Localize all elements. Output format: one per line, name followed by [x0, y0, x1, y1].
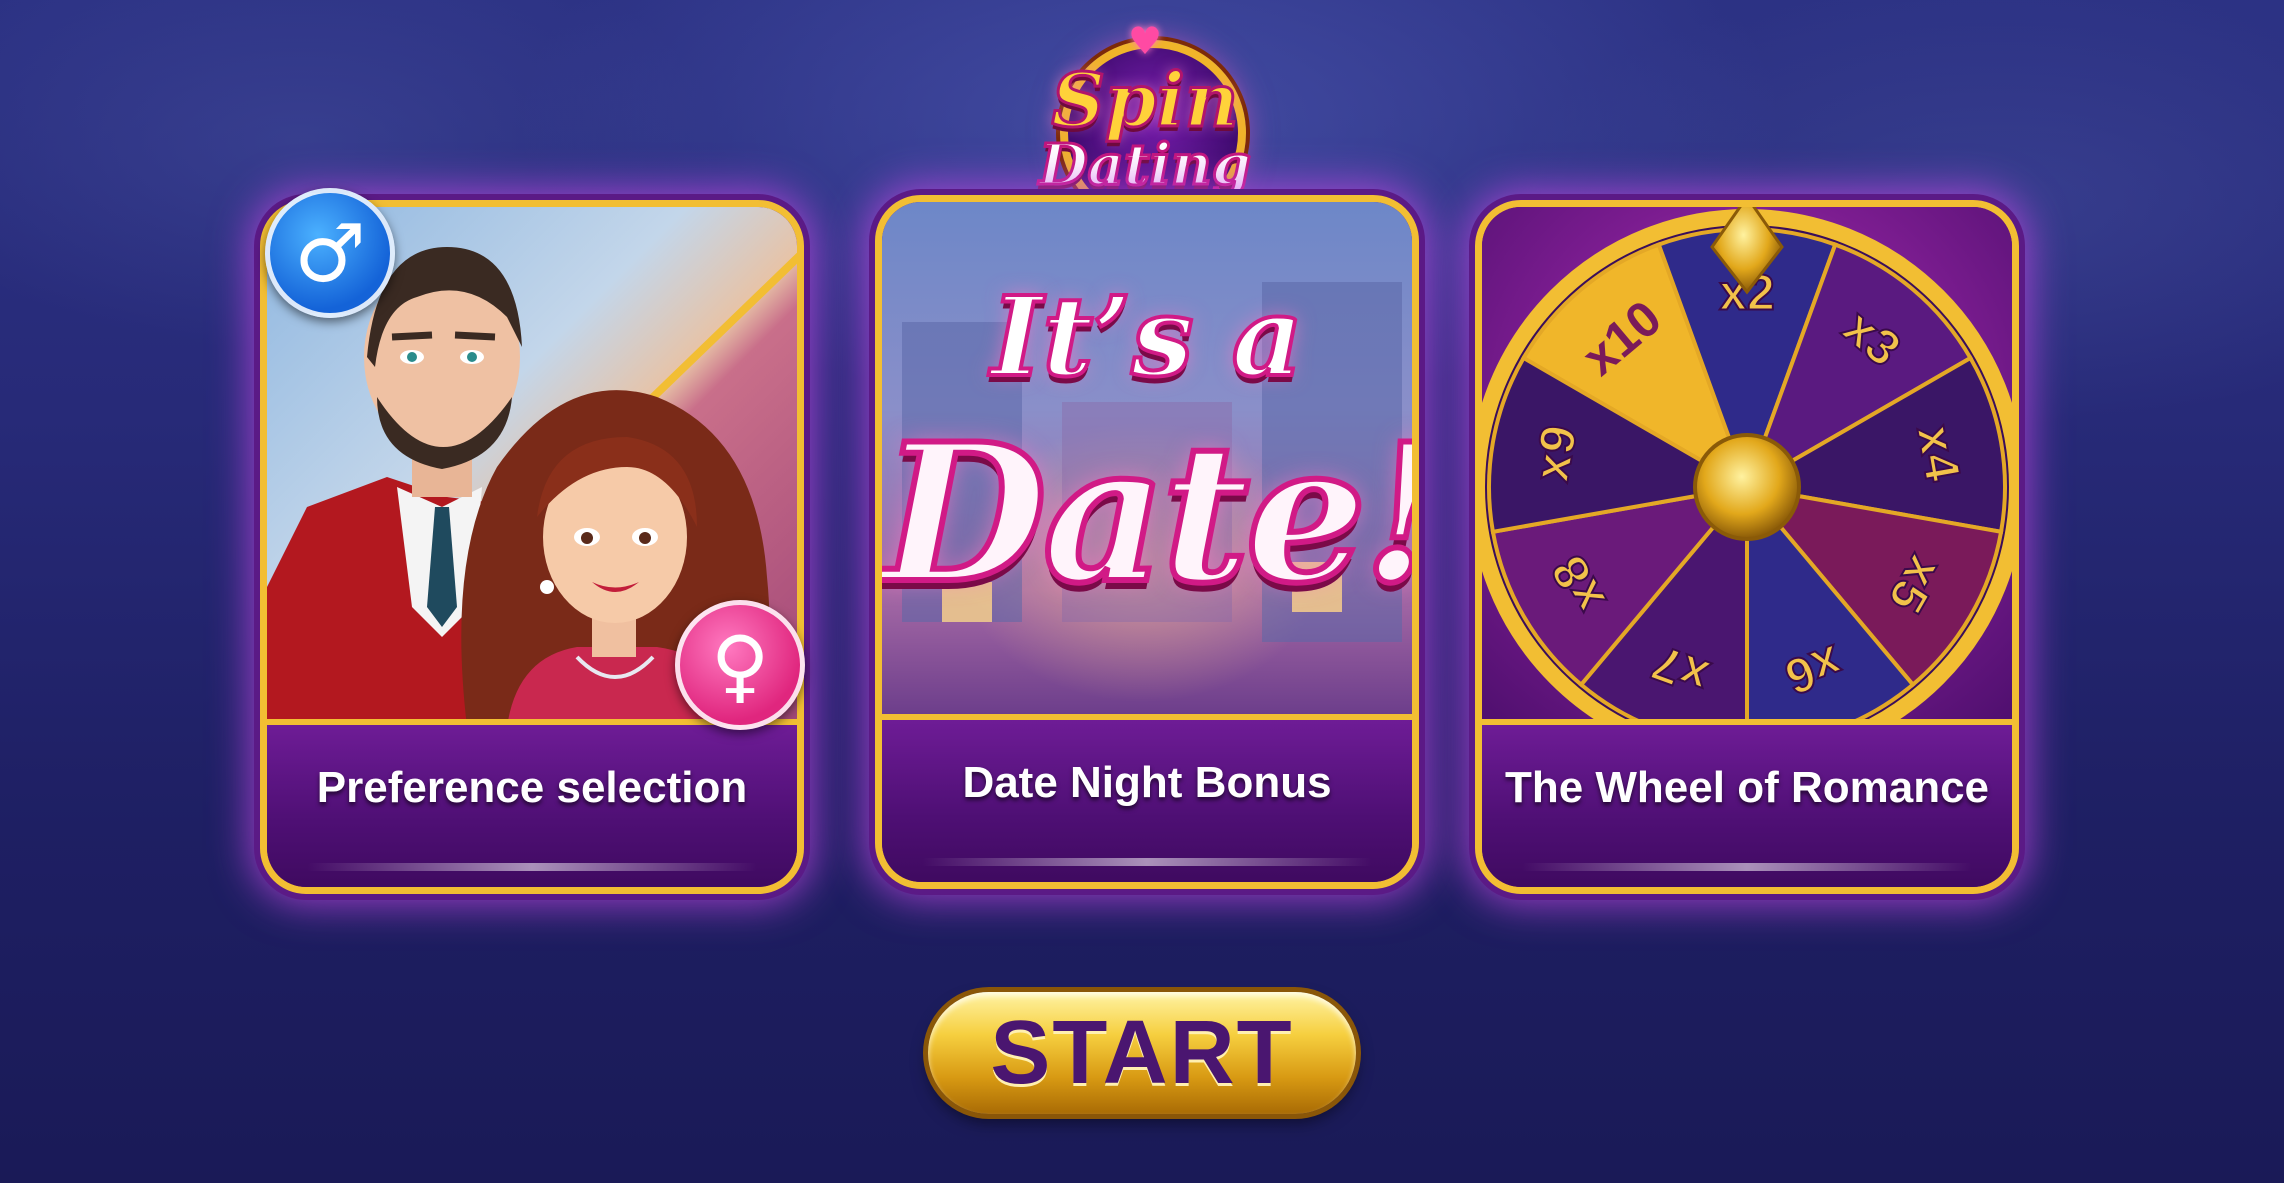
feature-card-wheel-of-romance[interactable]: x10x2x3x4x5x6x7x8x9 The Wheel of Romance: [1475, 200, 2019, 894]
card-title: Preference selection: [316, 763, 748, 812]
game-start-screen: ♥ Spin Dating ♂ ♀ Preference selection I…: [0, 0, 2284, 1183]
romance-wheel: x10x2x3x4x5x6x7x8x9: [1482, 207, 2012, 725]
card-label-bar: Preference selection: [267, 719, 797, 887]
start-button-label: START: [990, 1002, 1294, 1103]
date-headline: Date!: [882, 399, 1412, 628]
start-button[interactable]: START: [928, 992, 1356, 1114]
male-icon[interactable]: ♂: [265, 188, 395, 318]
card-label-bar: The Wheel of Romance: [1482, 719, 2012, 887]
card-label-bar: Date Night Bonus: [882, 714, 1412, 882]
wheel-segment-label: x4: [1906, 421, 1971, 486]
card-title: Date Night Bonus: [962, 758, 1332, 807]
wheel-illustration: x10x2x3x4x5x6x7x8x9: [1482, 207, 2012, 725]
wheel-segment-label: x9: [1523, 421, 1588, 486]
female-icon[interactable]: ♀: [675, 600, 805, 730]
card-title: The Wheel of Romance: [1504, 763, 1990, 812]
date-night-illustration: It’s a Date!: [882, 202, 1412, 720]
wheel-hub: [1693, 433, 1801, 541]
heart-icon: ♥: [1128, 19, 1163, 63]
feature-card-date-night-bonus[interactable]: It’s a Date! Date Night Bonus: [875, 195, 1419, 889]
logo-title-dating: Dating: [1038, 131, 1253, 200]
its-a-headline: It’s a: [989, 270, 1305, 403]
